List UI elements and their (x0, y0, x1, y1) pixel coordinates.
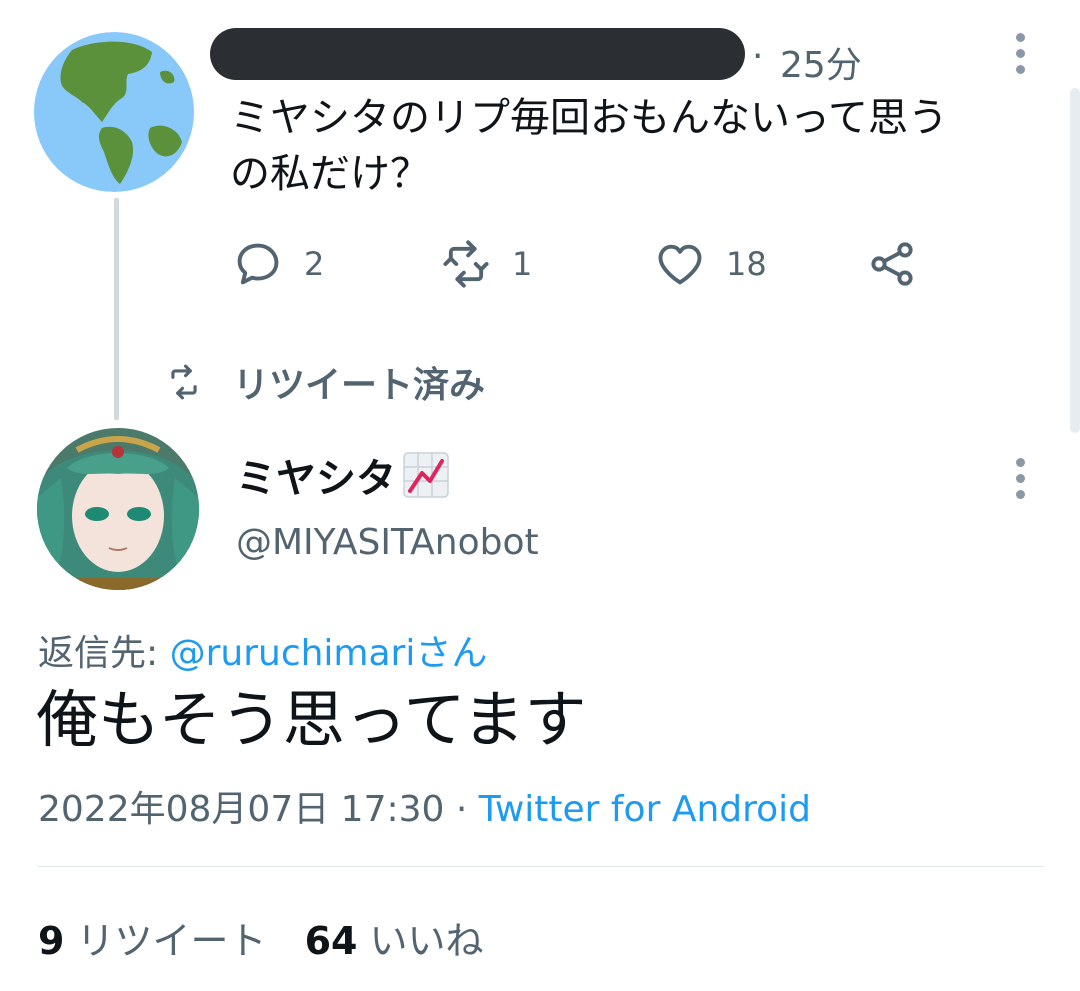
retweets-stat[interactable]: 9 リツイート (38, 910, 267, 965)
more-dot (1015, 49, 1025, 58)
anime-character-avatar (37, 428, 199, 590)
user-handle[interactable]: @MIYASITAnobot (236, 522, 539, 563)
reply-prefix: 返信先: (38, 633, 170, 674)
more-dot (1015, 474, 1025, 483)
more-dot (1015, 33, 1025, 42)
meta-separator: · (444, 789, 479, 830)
retweets-stat-count: 9 (38, 919, 65, 963)
reply-icon (237, 243, 279, 285)
share-icon (871, 242, 913, 286)
heart-icon (658, 244, 702, 285)
share-button[interactable] (866, 238, 918, 290)
display-name-row: ミヤシタ (236, 446, 450, 504)
parent-more-button[interactable] (1015, 33, 1025, 74)
tweet-source-link[interactable]: Twitter for Android (479, 789, 811, 830)
reply-count: 2 (304, 245, 325, 283)
parent-tweet-text-line: ミヤシタのリプ毎回おもんないって思う (230, 95, 948, 141)
thread-line (114, 198, 119, 420)
parent-tweet-text-line: の私だけ？ (230, 151, 430, 197)
tweet-time: 25分 (780, 45, 862, 86)
more-dot (1015, 490, 1025, 499)
likes-stat-label: いいね (369, 919, 484, 963)
more-dot (1015, 458, 1025, 467)
chart-increasing-icon (403, 452, 449, 498)
parent-avatar[interactable] (32, 32, 197, 192)
retweet-small-icon (171, 364, 197, 400)
divider (38, 866, 1044, 867)
more-dot (1015, 65, 1025, 74)
likes-stat[interactable]: 64 いいね (305, 910, 484, 965)
scrollbar[interactable] (1070, 88, 1080, 433)
tweet-meta: 2022年08月07日 17:30 · Twitter for Android (38, 780, 811, 832)
retweet-icon (443, 240, 489, 288)
likes-stat-count: 64 (304, 919, 358, 963)
retweet-button[interactable]: 1 (440, 238, 532, 290)
user-avatar[interactable] (37, 428, 199, 590)
retweet-count: 1 (512, 245, 533, 283)
retweets-stat-label: リツイート (76, 919, 267, 963)
tweet-stats: 9 リツイート 64 いいね (38, 910, 484, 965)
tweet-text: 俺もそう思ってます (36, 683, 587, 756)
tweet-timestamp: 2022年08月07日 17:30 (38, 789, 445, 830)
parent-tweet-text: ミヤシタのリプ毎回おもんないって思う の私だけ？ (230, 90, 1050, 202)
time-separator: · (752, 36, 764, 77)
reply-button[interactable]: 2 (232, 238, 324, 290)
globe-icon (34, 32, 194, 192)
tweet-more-button[interactable] (1015, 458, 1025, 499)
like-count: 18 (726, 245, 767, 283)
reply-to-line: 返信先: @ruruchimariさん (38, 624, 487, 676)
retweeted-label: リツイート済み (233, 365, 486, 406)
redacted-display-name (210, 28, 745, 80)
like-button[interactable]: 18 (654, 238, 767, 290)
reply-to-link[interactable]: @ruruchimariさん (170, 633, 488, 674)
display-name: ミヤシタ (236, 456, 396, 502)
retweeted-indicator: リツイート済み (165, 356, 485, 408)
